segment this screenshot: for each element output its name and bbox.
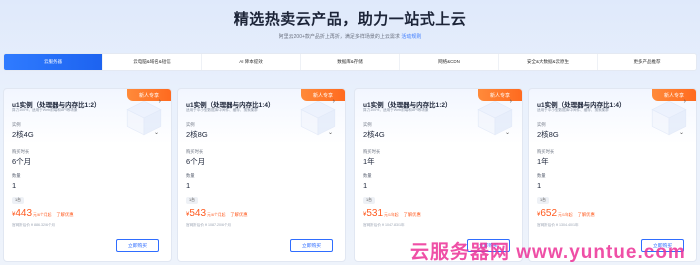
original-price: 官网折后价 ¥ 1047.83/1年 <box>363 223 405 227</box>
chevron-right-icon[interactable]: › <box>510 98 512 105</box>
price-value: 531 <box>366 208 384 219</box>
tab-ai-cost[interactable]: AI 降本提效 <box>202 54 301 70</box>
tab-security-bigdata[interactable]: 安全&大数据&云原生 <box>499 54 598 70</box>
product-card: 新人专享 u1实例（处理器与内存比1:2） › 算力100%，适用于Web前端和… <box>3 88 172 262</box>
duration-label: 购买时长 <box>12 149 30 154</box>
price-unit: 元/6个月起 <box>207 213 226 217</box>
price-row: ¥ 531 元/1年起 了解优惠 <box>363 208 421 219</box>
new-user-badge: 新人专享 <box>127 89 171 101</box>
price-unit: 元/6个月起 <box>33 213 52 217</box>
tab-cloud-server[interactable]: 云服务器 <box>4 54 103 70</box>
quantity-value[interactable]: 1 <box>186 181 190 190</box>
quantity-value[interactable]: 1 <box>537 181 541 190</box>
spec-label: 实例 <box>537 122 546 127</box>
price-value: 652 <box>540 208 558 219</box>
unit-tag: 1台 <box>363 197 375 204</box>
chevron-right-icon[interactable]: › <box>333 98 335 105</box>
quantity-label: 数量 <box>363 173 372 178</box>
quantity-value[interactable]: 1 <box>12 181 16 190</box>
price-unit: 元/1年起 <box>558 213 573 217</box>
quantity-value[interactable]: 1 <box>363 181 367 190</box>
price-row: ¥ 543 元/6个月起 了解优惠 <box>186 208 248 219</box>
spec-label: 实例 <box>12 122 21 127</box>
page-title: 精选热卖云产品，助力一站式上云 <box>233 11 467 28</box>
new-user-badge: 新人专享 <box>652 89 696 101</box>
card-description: 适用于中小型数据库中间件、缓存、搜索集群 <box>537 108 609 112</box>
subtitle-text: 阿里云200+款产品折上再折，满足多样场景的上云需求 <box>278 34 400 40</box>
price-value: 443 <box>15 208 33 219</box>
card-description: 算力100%，适用于Web前端和API等场景 <box>12 108 78 112</box>
spec-label: 实例 <box>363 122 372 127</box>
new-user-badge: 新人专享 <box>301 89 345 101</box>
spec-select[interactable]: 2核4G <box>12 129 34 140</box>
rules-link[interactable]: 活动规则 <box>401 34 421 40</box>
spec-select[interactable]: 2核8G <box>537 129 559 140</box>
quantity-label: 数量 <box>537 173 546 178</box>
chevron-right-icon[interactable]: › <box>684 98 686 105</box>
duration-value[interactable]: 6个月 <box>12 156 31 167</box>
discount-link[interactable]: 了解优惠 <box>230 212 247 218</box>
card-description: 算力100%，适用于Web前端和API等场景 <box>363 108 429 112</box>
original-price: 官网折后价 ¥ 886.32/6个月 <box>12 223 56 227</box>
duration-value[interactable]: 6个月 <box>186 156 205 167</box>
duration-label: 购买时长 <box>186 149 204 154</box>
watermark: 云服务器网 www.yuntue.com <box>410 242 686 263</box>
chevron-down-icon[interactable]: ⌄ <box>154 129 159 136</box>
category-tabs: 云服务器 云电脑&域名&短信 AI 降本提效 数据库&存储 网络&CDN 安全&… <box>3 53 697 71</box>
price-unit: 元/1年起 <box>384 213 399 217</box>
chevron-down-icon[interactable]: ⌄ <box>679 129 684 136</box>
quantity-label: 数量 <box>12 173 21 178</box>
tab-cloud-desktop-domain-sms[interactable]: 云电脑&域名&短信 <box>103 54 202 70</box>
duration-value[interactable]: 1年 <box>537 156 549 167</box>
spec-select[interactable]: 2核4G <box>363 129 385 140</box>
original-price: 官网折后价 ¥ 1087.20/6个月 <box>186 223 232 227</box>
price-row: ¥ 652 元/1年起 了解优惠 <box>537 208 595 219</box>
discount-link[interactable]: 了解优惠 <box>404 212 421 218</box>
discount-link[interactable]: 了解优惠 <box>56 212 73 218</box>
card-description: 适用于中小型数据库中间件、缓存、搜索集群 <box>186 108 258 112</box>
chevron-right-icon[interactable]: › <box>159 98 161 105</box>
unit-tag: 1台 <box>537 197 549 204</box>
tab-more-products[interactable]: 更多产品推荐 <box>598 54 696 70</box>
price-value: 543 <box>189 208 207 219</box>
unit-tag: 1台 <box>12 197 24 204</box>
duration-label: 购买时长 <box>363 149 381 154</box>
buy-now-button[interactable]: 立即购买 <box>116 239 159 252</box>
spec-select[interactable]: 2核8G <box>186 129 208 140</box>
tab-network-cdn[interactable]: 网络&CDN <box>400 54 499 70</box>
chevron-down-icon[interactable]: ⌄ <box>328 129 333 136</box>
chevron-down-icon[interactable]: ⌄ <box>505 129 510 136</box>
tab-database-storage[interactable]: 数据库&存储 <box>301 54 400 70</box>
price-row: ¥ 443 元/6个月起 了解优惠 <box>12 208 74 219</box>
product-card: 新人专享 u1实例（处理器与内存比1:4） › 适用于中小型数据库中间件、缓存、… <box>528 88 697 262</box>
quantity-label: 数量 <box>186 173 195 178</box>
original-price: 官网折后价 ¥ 1304.40/1年 <box>537 223 579 227</box>
duration-label: 购买时长 <box>537 149 555 154</box>
product-card: 新人专享 u1实例（处理器与内存比1:2） › 算力100%，适用于Web前端和… <box>354 88 523 262</box>
duration-value[interactable]: 1年 <box>363 156 375 167</box>
unit-tag: 1台 <box>186 197 198 204</box>
buy-now-button[interactable]: 立即购买 <box>290 239 333 252</box>
discount-link[interactable]: 了解优惠 <box>578 212 595 218</box>
spec-label: 实例 <box>186 122 195 127</box>
product-card: 新人专享 u1实例（处理器与内存比1:4） › 适用于中小型数据库中间件、缓存、… <box>177 88 346 262</box>
page-subtitle: 阿里云200+款产品折上再折，满足多样场景的上云需求 活动规则 <box>0 33 700 40</box>
new-user-badge: 新人专享 <box>478 89 522 101</box>
